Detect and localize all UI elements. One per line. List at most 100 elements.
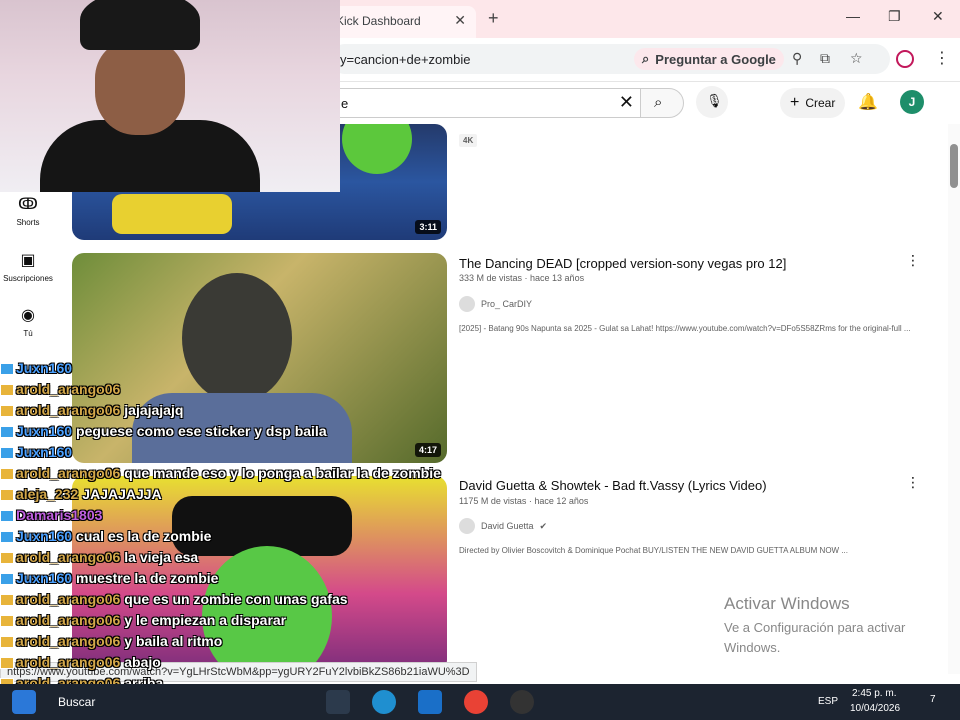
chat-username: arold_arango06 (16, 465, 121, 481)
chat-message: Juxn160 (0, 360, 76, 376)
zoom-icon[interactable]: ⚲ (792, 50, 802, 67)
video-title[interactable]: David Guetta & Showtek - Bad ft.Vassy (L… (459, 478, 767, 493)
ask-google-label: Preguntar a Google (655, 51, 776, 67)
sidebar-item-shorts[interactable]: ↂ Shorts (0, 194, 56, 227)
start-icon[interactable] (12, 690, 36, 714)
plus-icon: + (790, 94, 800, 111)
sidebar-item-subscriptions[interactable]: ▣ Suscripciones (0, 250, 56, 283)
video-meta: 1175 M de vistas · hace 12 años (459, 496, 589, 506)
chat-text: JAJAJAJJA (82, 486, 162, 502)
chat-badge-icon (0, 552, 14, 565)
sidebar-item-label: Shorts (16, 218, 40, 227)
channel-link[interactable]: David Guetta ✔ (459, 518, 547, 534)
chat-text: muestre la de zombie (76, 570, 219, 586)
video-meta: 333 M de vistas · hace 13 años (459, 273, 585, 283)
chat-username: Juxn160 (16, 528, 73, 544)
restore-icon[interactable]: ❐ (888, 8, 901, 25)
clock-date[interactable]: 10/04/2026 (850, 703, 900, 714)
chat-text: y baila al ritmo (124, 633, 223, 649)
chat-message: Juxn160 peguese como ese sticker y dsp ba… (0, 423, 327, 439)
tab-kick-dashboard[interactable]: Kick Dashboard ✕ (328, 6, 476, 38)
quality-badge: 4K (459, 134, 478, 147)
activate-title: Activar Windows (724, 594, 850, 613)
more-actions-icon[interactable]: ⋮ (906, 474, 920, 491)
tab-close-icon[interactable]: ✕ (454, 12, 466, 29)
chat-username: arold_arango06 (16, 591, 121, 607)
lens-icon: ⌕ (642, 51, 650, 66)
notification-count[interactable]: 7 (930, 694, 936, 705)
chat-message: Damaris1803 (0, 507, 106, 523)
chrome-icon[interactable] (464, 690, 488, 714)
chat-badge-icon (0, 657, 14, 670)
omnibox[interactable]: y=cancion+de+zombie ⌕ Preguntar a Google… (330, 44, 890, 74)
obs-icon[interactable] (510, 690, 534, 714)
webcam-overlay (0, 0, 340, 192)
chat-badge-icon (0, 510, 14, 523)
channel-link[interactable]: Pro_ CarDIY (459, 296, 532, 312)
clear-search-icon[interactable]: ✕ (619, 92, 634, 113)
more-actions-icon[interactable]: ⋮ (906, 252, 920, 269)
scrollbar-thumb[interactable] (950, 144, 958, 188)
browser-menu-icon[interactable]: ⋮ (934, 48, 950, 68)
minimize-icon[interactable]: — (846, 8, 860, 24)
chat-text: y le empiezan a disparar (124, 612, 287, 628)
channel-name: Pro_ CarDIY (481, 299, 533, 309)
green-face (202, 546, 332, 672)
chat-text: cual es la de zombie (76, 528, 212, 544)
chat-badge-icon (0, 468, 14, 481)
close-window-icon[interactable]: ✕ (932, 8, 944, 25)
sidebar-item-label: Tú (23, 329, 33, 338)
zombie-head (182, 273, 292, 403)
clock-time[interactable]: 2:45 p. m. (852, 688, 896, 699)
channel-avatar (459, 518, 475, 534)
chat-message: arold_arango06 abajo (0, 654, 161, 670)
search-button[interactable]: ⌕ (640, 88, 684, 118)
chat-message: arold_arango06 jajajajajq (0, 402, 183, 418)
chat-username: Juxn160 (16, 570, 73, 586)
task-view-icon[interactable] (326, 690, 350, 714)
chat-message: aleja_232 JAJAJAJJA (0, 486, 162, 502)
create-button[interactable]: + Crear (780, 88, 846, 118)
ask-google-button[interactable]: ⌕ Preguntar a Google (634, 48, 784, 70)
chat-username: arold_arango06 (16, 402, 121, 418)
notifications-bell-icon[interactable]: 🔔 (858, 92, 878, 112)
page-scrollbar[interactable] (948, 124, 960, 674)
voice-search-button[interactable]: 🎙 (696, 86, 728, 118)
chat-badge-icon (0, 405, 14, 418)
streamer-face (95, 40, 185, 135)
chat-message: Juxn160 (0, 444, 76, 460)
chat-badge-icon (0, 594, 14, 607)
new-tab-icon[interactable]: + (488, 8, 499, 29)
video-description: Directed by Olivier Boscovitch & Dominiq… (459, 546, 848, 555)
chat-message: Juxn160 muestre la de zombie (0, 570, 218, 586)
chat-username: Juxn160 (16, 423, 73, 439)
language-indicator[interactable]: ESP (818, 696, 838, 707)
chat-username: aleja_232 (16, 486, 79, 502)
edge-icon[interactable] (372, 690, 396, 714)
sidebar-item-you[interactable]: ◉ Tú (0, 305, 56, 338)
mic-icon: 🎙 (706, 93, 723, 108)
chat-badge-icon (0, 363, 14, 376)
search-input[interactable]: e ✕ (330, 88, 640, 118)
chat-text: jajajajajq (124, 402, 184, 418)
chat-message: arold_arango06 (0, 381, 124, 397)
outlook-icon[interactable] (418, 690, 442, 714)
sidebar-item-label: Suscripciones (3, 274, 53, 283)
channel-name: David Guetta (481, 521, 534, 531)
chat-message: arold_arango06 y le empiezan a disparar (0, 612, 286, 628)
chat-message: Juxn160 cual es la de zombie (0, 528, 211, 544)
chat-message: arold_arango06 la vieja esa (0, 549, 198, 565)
chat-badge-icon (0, 573, 14, 586)
bookmark-star-icon[interactable]: ☆ (850, 50, 863, 67)
install-app-icon[interactable]: ⧉ (820, 50, 830, 67)
profile-icon[interactable] (896, 50, 914, 68)
video-title[interactable]: The Dancing DEAD [cropped version-sony v… (459, 256, 786, 271)
chat-username: arold_arango06 (16, 633, 121, 649)
url-text: y=cancion+de+zombie (340, 52, 471, 67)
taskbar-search[interactable]: Buscar (58, 695, 95, 709)
chat-username: arold_arango06 (16, 654, 121, 670)
account-avatar[interactable]: J (900, 90, 924, 114)
video-duration: 3:11 (415, 220, 441, 234)
chat-badge-icon (0, 615, 14, 628)
streamer-cap (80, 0, 200, 50)
